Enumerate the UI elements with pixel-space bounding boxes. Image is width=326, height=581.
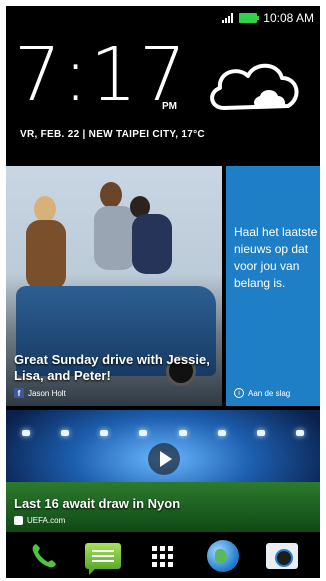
play-icon[interactable] bbox=[148, 443, 180, 475]
sports-source-name: UEFA.com bbox=[27, 516, 66, 525]
status-time: 10:08 AM bbox=[263, 11, 314, 25]
battery-icon bbox=[239, 13, 260, 23]
camera-icon[interactable] bbox=[264, 538, 300, 574]
status-bar: 10:08 AM bbox=[6, 6, 320, 30]
clock-weather-widget[interactable]: 7:17 PM VR, FEB. 22 | NEW TAIPEI CITY, 1… bbox=[6, 28, 320, 158]
social-caption: Great Sunday drive with Jessie, Lisa, an… bbox=[14, 352, 210, 383]
phone-icon[interactable] bbox=[26, 538, 62, 574]
social-photo-tile[interactable]: Great Sunday drive with Jessie, Lisa, an… bbox=[6, 166, 222, 406]
news-promo-footer[interactable]: i Aan de slag bbox=[234, 388, 290, 398]
facebook-icon: f bbox=[14, 388, 24, 398]
social-source: f Jason Holt bbox=[14, 388, 66, 398]
photo-person bbox=[34, 196, 56, 222]
photo-person bbox=[132, 214, 172, 274]
sports-video-tile[interactable]: Last 16 await draw in Nyon UEFA.com bbox=[6, 410, 320, 532]
get-started-label: Aan de slag bbox=[248, 388, 291, 398]
status-icons: 10:08 AM bbox=[222, 11, 314, 25]
app-dock bbox=[6, 534, 320, 578]
apps-icon[interactable] bbox=[145, 538, 181, 574]
sports-caption: Last 16 await draw in Nyon bbox=[14, 496, 181, 511]
photo-person bbox=[26, 220, 66, 290]
news-promo-message: Haal het laatste nieuws op dat voor jou … bbox=[234, 225, 318, 290]
clock-ampm: PM bbox=[162, 101, 177, 112]
browser-icon[interactable] bbox=[205, 538, 241, 574]
uefa-icon bbox=[14, 516, 23, 525]
date-location: VR, FEB. 22 | NEW TAIPEI CITY, 17°C bbox=[20, 129, 205, 140]
photo-person bbox=[94, 206, 136, 270]
social-source-name: Jason Holt bbox=[28, 388, 66, 398]
sports-source: UEFA.com bbox=[14, 516, 65, 525]
messages-icon[interactable] bbox=[85, 538, 122, 575]
cloud-icon bbox=[210, 63, 299, 110]
home-screen: 10:08 AM 7:17 PM VR, FEB. 22 | NEW TAIPE… bbox=[6, 6, 320, 578]
info-icon: i bbox=[234, 388, 244, 398]
stadium-lights bbox=[6, 430, 320, 442]
signal-icon bbox=[222, 13, 234, 23]
news-promo-tile[interactable]: Haal het laatste nieuws op dat voor jou … bbox=[226, 166, 320, 406]
photo-person bbox=[100, 182, 122, 208]
